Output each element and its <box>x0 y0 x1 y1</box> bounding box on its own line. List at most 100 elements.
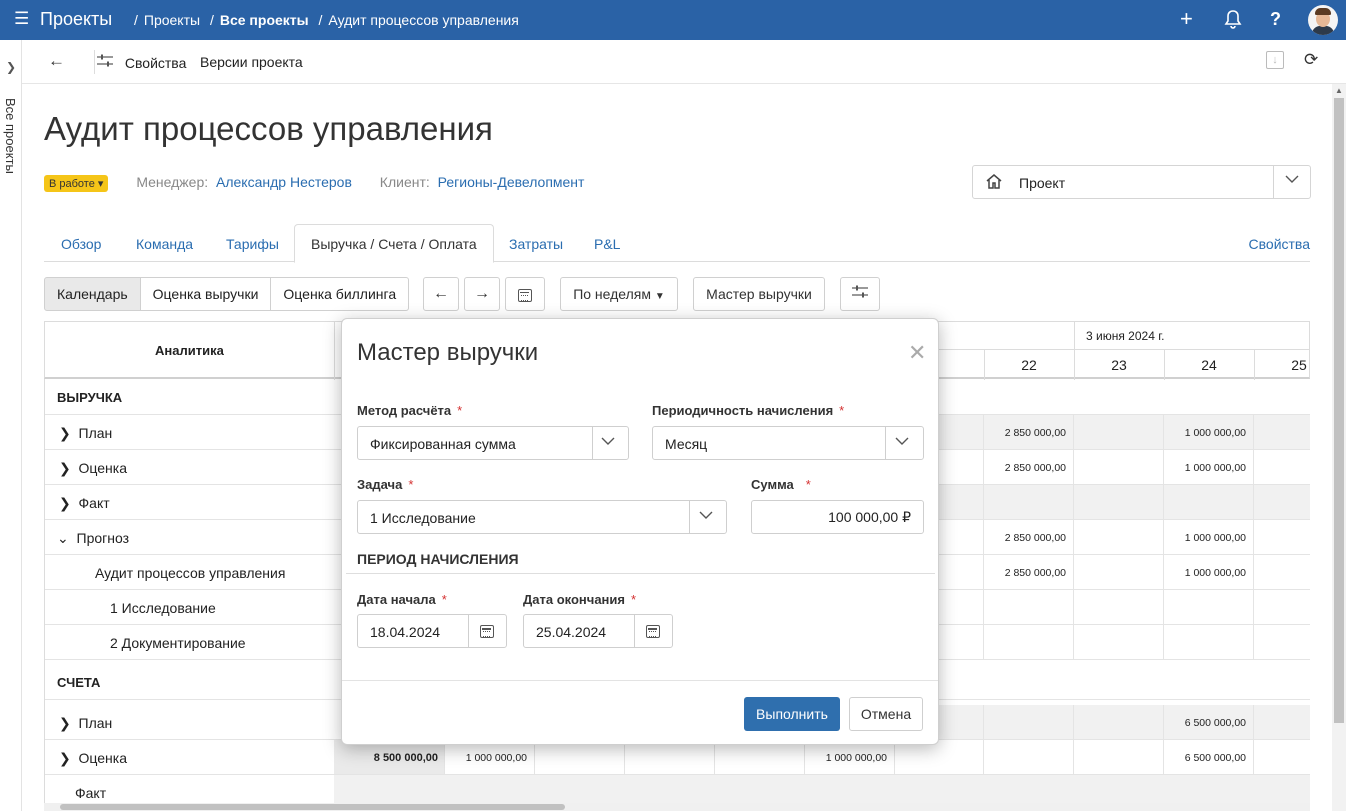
table-cell: 2 850 000,00 <box>983 450 1073 484</box>
help-icon[interactable]: ? <box>1270 9 1281 30</box>
versions-button[interactable]: Версии проекта <box>200 54 303 70</box>
tab-rates[interactable]: Тарифы <box>226 236 279 252</box>
breadcrumb-current: Аудит процессов управления <box>328 12 519 28</box>
row-label[interactable]: ❯ План <box>59 715 112 732</box>
row-label[interactable]: ❯ План <box>59 425 112 442</box>
sum-label: Сумма * <box>751 477 811 492</box>
start-date-input[interactable]: 18.04.2024 <box>357 614 507 648</box>
submit-button[interactable]: Выполнить <box>744 697 840 731</box>
client-link[interactable]: Регионы-Девелопмент <box>438 174 585 190</box>
view-billing-estimate-button[interactable]: Оценка биллинга <box>270 277 410 311</box>
project-selector-value: Проект <box>1019 175 1066 191</box>
tab-costs[interactable]: Затраты <box>509 236 563 252</box>
tab-overview[interactable]: Обзор <box>61 236 101 252</box>
table-cell: 1 000 000,00 <box>1163 555 1253 589</box>
menu-icon[interactable]: ☰ <box>14 9 29 29</box>
period-dropdown[interactable]: По неделям ▼ <box>560 277 678 311</box>
row-label[interactable]: ❯ Оценка <box>59 460 127 477</box>
view-revenue-estimate-button[interactable]: Оценка выручки <box>139 277 272 311</box>
sliders-icon <box>852 285 868 298</box>
close-icon[interactable]: ✕ <box>908 340 926 366</box>
table-cell <box>1253 555 1310 589</box>
method-select[interactable]: Фиксированная сумма <box>357 426 629 460</box>
analytics-header: Аналитика <box>155 343 224 358</box>
period-section-heading: ПЕРИОД НАЧИСЛЕНИЯ <box>357 551 519 567</box>
refresh-icon[interactable]: ⟳ <box>1304 50 1318 70</box>
back-arrow-icon[interactable]: ← <box>48 51 65 71</box>
chevron-right-icon[interactable]: ❯ <box>6 60 16 74</box>
row-label[interactable]: ⌄ Прогноз <box>57 530 129 547</box>
table-cell <box>1253 520 1310 554</box>
table-cell <box>534 740 624 774</box>
table-cell: 6 500 000,00 <box>1163 740 1253 774</box>
table-cell <box>983 625 1073 659</box>
project-selector[interactable]: Проект <box>972 165 1311 199</box>
avatar[interactable] <box>1308 5 1338 35</box>
table-row[interactable]: ❯ Оценка 8 500 000,00 1 000 000,00 1 000… <box>44 740 1310 775</box>
end-date-input[interactable]: 25.04.2024 <box>523 614 673 648</box>
prev-period-button[interactable]: ← <box>423 277 459 311</box>
periodicity-label: Периодичность начисления * <box>652 403 845 418</box>
table-cell <box>1163 485 1253 519</box>
table-cell: 1 000 000,00 <box>1163 415 1253 449</box>
table-cell <box>1253 705 1310 739</box>
scroll-up-icon[interactable]: ▲ <box>1335 86 1343 95</box>
table-cell <box>1253 450 1310 484</box>
settings-button[interactable] <box>840 277 880 311</box>
tab-pl[interactable]: P&L <box>594 236 620 252</box>
row-label: 1 Исследование <box>110 600 216 616</box>
bell-icon[interactable] <box>1224 9 1242 34</box>
table-cell: 2 850 000,00 <box>983 520 1073 554</box>
calendar-icon[interactable] <box>480 625 494 639</box>
table-cell <box>1253 625 1310 659</box>
table-cell <box>1163 625 1253 659</box>
plus-icon[interactable]: + <box>1180 6 1193 32</box>
table-cell <box>1073 705 1163 739</box>
app-title[interactable]: Проекты <box>40 9 112 30</box>
vertical-scrollbar[interactable]: ▲ <box>1332 84 1346 811</box>
row-label[interactable]: Факт <box>75 785 106 801</box>
periodicity-select[interactable]: Месяц <box>652 426 924 460</box>
table-cell <box>1253 740 1310 774</box>
calendar-icon[interactable] <box>646 625 660 639</box>
scrollbar-thumb[interactable] <box>60 804 565 810</box>
row-label: 2 Документирование <box>110 635 246 651</box>
revenue-wizard-dialog: Мастер выручки ✕ Метод расчёта * Фиксиров… <box>341 318 939 745</box>
revenue-wizard-button[interactable]: Мастер выручки <box>693 277 825 311</box>
table-cell <box>1073 590 1163 624</box>
tab-revenue[interactable]: Выручка / Счета / Оплата <box>294 224 494 263</box>
view-calendar-button[interactable]: Календарь <box>44 277 141 311</box>
chevron-down-icon[interactable] <box>1285 173 1299 187</box>
week-date-label: 3 июня 2024 г. <box>1086 329 1165 343</box>
table-cell <box>1073 625 1163 659</box>
tab-properties-link[interactable]: Свойства <box>1249 236 1310 252</box>
properties-button[interactable]: Свойства <box>97 54 186 71</box>
table-cell <box>1073 740 1163 774</box>
breadcrumb-all-projects[interactable]: Все проекты <box>220 12 309 28</box>
sum-input[interactable]: 100 000,00 ₽ <box>751 500 924 534</box>
download-icon[interactable]: ↓ <box>1266 51 1284 69</box>
next-period-button[interactable]: → <box>464 277 500 311</box>
chevron-down-icon <box>895 435 909 449</box>
method-label: Метод расчёта * <box>357 403 463 418</box>
rail-label[interactable]: Все проекты <box>3 98 18 174</box>
table-cell <box>983 740 1073 774</box>
breadcrumb: / Проекты / Все проекты / Аудит процессов у… <box>134 12 519 28</box>
horizontal-scrollbar[interactable] <box>44 803 1310 811</box>
table-cell <box>1253 415 1310 449</box>
top-bar: ☰ Проекты / Проекты / Все проекты / Аудит п… <box>0 0 1346 40</box>
scrollbar-thumb[interactable] <box>1334 98 1344 723</box>
cancel-button[interactable]: Отмена <box>849 697 923 731</box>
breadcrumb-projects[interactable]: Проекты <box>144 12 200 28</box>
tab-team[interactable]: Команда <box>136 236 193 252</box>
row-label[interactable]: ❯ Факт <box>59 495 110 512</box>
table-cell: 1 000 000,00 <box>804 740 894 774</box>
task-select[interactable]: 1 Исследование <box>357 500 727 534</box>
calendar-button[interactable] <box>505 277 545 311</box>
client-label: Клиент: <box>379 174 430 190</box>
table-cell <box>1073 415 1163 449</box>
row-label[interactable]: ❯ Оценка <box>59 750 127 767</box>
status-badge[interactable]: В работе ▾ <box>44 174 109 192</box>
manager-link[interactable]: Александр Нестеров <box>216 174 352 190</box>
sliders-icon <box>97 54 117 71</box>
